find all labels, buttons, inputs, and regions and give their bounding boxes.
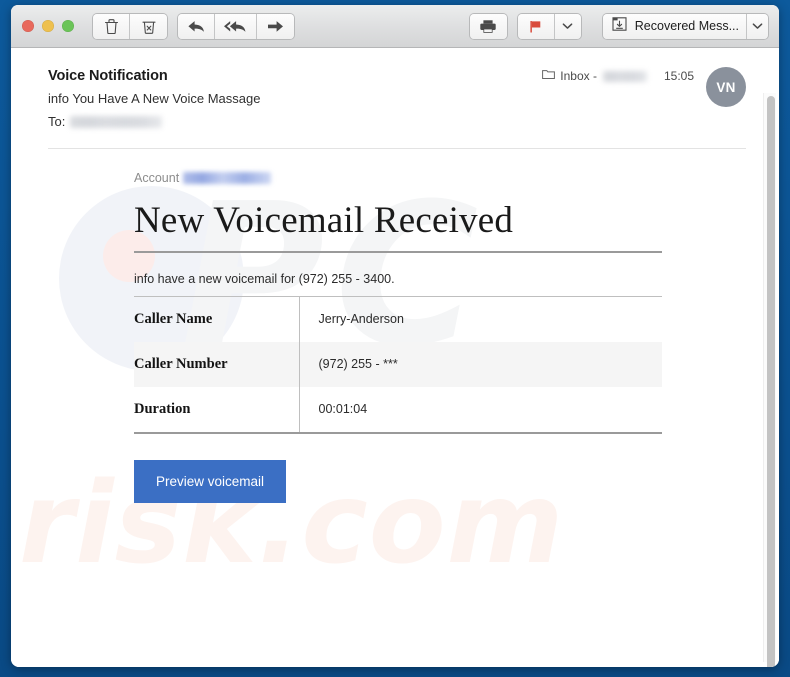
table-row: Duration 00:01:04 [134, 386, 662, 434]
flag-button[interactable] [517, 13, 555, 39]
zoom-window-button[interactable] [62, 20, 74, 32]
junk-bin-icon [141, 18, 157, 35]
message-body: Account New Voicemail Received info have… [11, 149, 779, 504]
move-to-junk-button[interactable] [130, 13, 167, 39]
close-window-button[interactable] [22, 20, 34, 32]
to-label: To: [48, 114, 66, 129]
account-label: Account [134, 171, 180, 185]
scrollbar-thumb[interactable] [767, 96, 775, 667]
trash-icon [104, 18, 119, 35]
mailbox-name-redacted [602, 70, 647, 82]
table-row: Caller Number (972) 255 - *** [134, 341, 662, 387]
minimize-window-button[interactable] [42, 20, 54, 32]
message-header: Voice Notification info You Have A New V… [11, 48, 779, 129]
row-value: (972) 255 - *** [318, 357, 398, 372]
printer-icon [479, 19, 497, 34]
print-button[interactable] [469, 13, 507, 39]
message-header-left: Voice Notification info You Have A New V… [48, 68, 542, 129]
mailbox-name-label: Recovered Mess... [634, 19, 739, 33]
account-line: Account [134, 171, 779, 185]
mailbox-prefix-label: Inbox - [560, 69, 597, 83]
toolbar-right-group: Recovered Mess... [469, 13, 768, 39]
message-to-line: To: [48, 114, 542, 129]
flag-group [517, 13, 581, 39]
row-key: Duration [134, 386, 300, 434]
page-title: New Voicemail Received [134, 200, 514, 241]
message-content-area: PC risk.com Voice Notification info You … [11, 48, 779, 667]
reply-all-arrow-icon [224, 19, 247, 34]
window-toolbar: Recovered Mess... [11, 5, 779, 48]
voicemail-details-table: Caller Name Jerry-Anderson Caller Number… [134, 295, 662, 434]
cta-wrapper: Preview voicemail [134, 459, 779, 504]
mail-viewer-window: Recovered Mess... PC risk.com Voice Noti… [11, 5, 779, 667]
vertical-scrollbar[interactable] [763, 93, 776, 667]
move-to-folder-icon [611, 16, 628, 37]
chevron-down-icon [562, 22, 573, 30]
message-subject: Voice Notification [48, 68, 168, 84]
row-key: Caller Name [134, 296, 300, 342]
message-preheader: info You Have A New Voice Massage [48, 91, 261, 106]
intro-text: info have a new voicemail for (972) 255 … [134, 271, 395, 286]
reply-button[interactable] [178, 13, 215, 39]
forward-button[interactable] [257, 13, 294, 39]
reply-all-button[interactable] [215, 13, 257, 39]
reply-arrow-icon [187, 19, 206, 34]
to-address-redacted [70, 115, 163, 128]
preview-voicemail-button[interactable]: Preview voicemail [134, 459, 287, 504]
flag-icon [528, 19, 543, 34]
delete-button[interactable] [93, 13, 130, 39]
reply-group [178, 13, 294, 39]
message-time: 15:05 [663, 69, 694, 83]
message-mailbox-info: Inbox - 15:05 [542, 69, 694, 83]
traffic-light-group [22, 20, 74, 32]
message-scroll-area: Voice Notification info You Have A New V… [11, 48, 779, 667]
message-header-right: Inbox - 15:05 VN [542, 67, 746, 107]
mailbox-chevron-down-icon[interactable] [746, 13, 768, 39]
folder-icon [542, 69, 556, 83]
row-value: Jerry-Anderson [318, 312, 404, 327]
avatar: VN [706, 67, 746, 107]
delete-group [93, 13, 167, 39]
table-row: Caller Name Jerry-Anderson [134, 296, 662, 342]
account-email-redacted [183, 172, 272, 184]
headline-rule [134, 250, 662, 253]
print-group [469, 13, 507, 39]
flag-menu-button[interactable] [554, 13, 581, 39]
forward-arrow-icon [266, 19, 285, 34]
row-key: Caller Number [134, 341, 300, 387]
row-value: 00:01:04 [299, 386, 662, 434]
mailbox-selector[interactable]: Recovered Mess... [602, 13, 768, 39]
